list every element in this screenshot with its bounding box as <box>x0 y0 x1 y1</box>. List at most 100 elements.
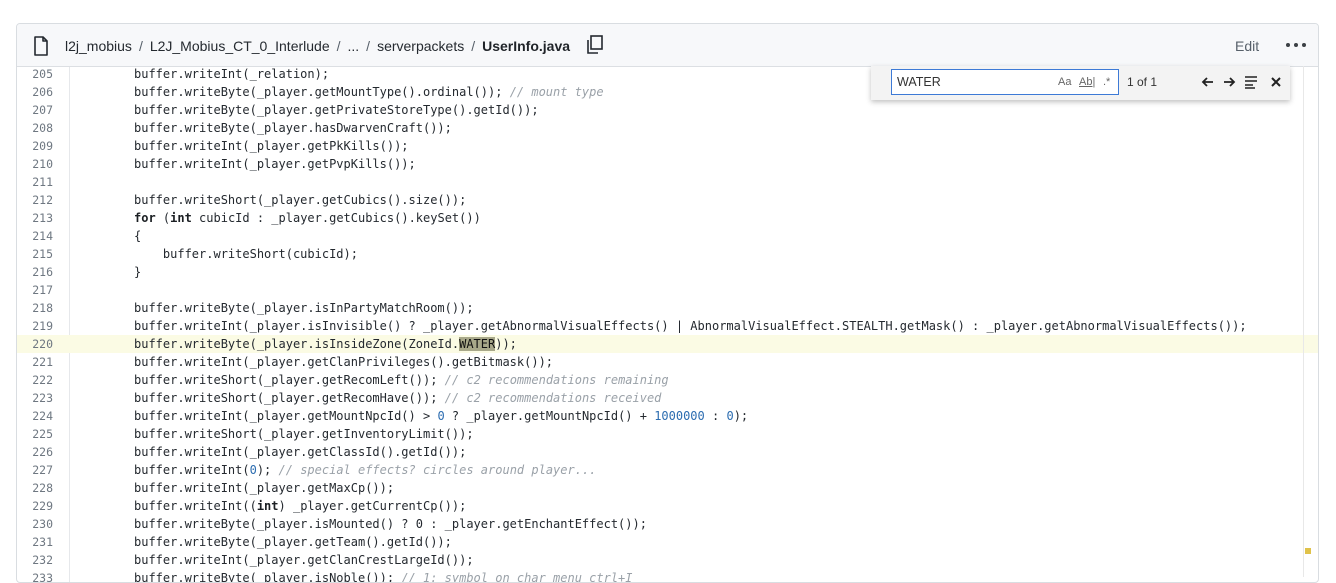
match-case-toggle[interactable]: Aa <box>1058 75 1071 89</box>
line-number[interactable]: 224 <box>17 407 53 425</box>
code-line: 217 <box>17 281 1318 299</box>
code-line: 207 buffer.writeByte(_player.getPrivateSt… <box>17 101 1318 119</box>
code-token: buffer.writeInt(_player.getPvpKills()); <box>134 157 416 171</box>
line-number[interactable]: 209 <box>17 137 53 155</box>
code-line: 222 buffer.writeShort(_player.getRecomLef… <box>17 371 1318 389</box>
file-header: l2j_mobius / L2J_Mobius_CT_0_Interlude /...… <box>17 24 1318 67</box>
line-number[interactable]: 220 <box>17 335 53 353</box>
line-number[interactable]: 215 <box>17 245 53 263</box>
breadcrumb-separator: / <box>366 38 371 54</box>
line-number[interactable]: 229 <box>17 497 53 515</box>
line-number[interactable]: 222 <box>17 371 53 389</box>
code-text: buffer.writeInt(_player.isInvisible() ? … <box>134 317 1247 335</box>
line-number[interactable]: 221 <box>17 353 53 371</box>
code-token: : <box>704 409 727 423</box>
code-line: 213 for (int cubicId : _player.getCubics(… <box>17 209 1318 227</box>
code-token: ); <box>256 463 279 477</box>
arrow-right-icon[interactable] <box>1221 74 1237 90</box>
code-line: 211 <box>17 173 1318 191</box>
code-text: buffer.writeShort(_player.getCubics().si… <box>134 191 466 209</box>
code-line: 225 buffer.writeShort(_player.getInventor… <box>17 425 1318 443</box>
line-number[interactable]: 231 <box>17 533 53 551</box>
edit-button[interactable]: Edit <box>1235 24 1259 66</box>
code-line: 231 buffer.writeByte(_player.getTeam().ge… <box>17 533 1318 551</box>
whole-word-toggle[interactable]: Ab| <box>1079 75 1095 89</box>
match-count: 1 of 1 <box>1127 75 1158 89</box>
line-number[interactable]: 214 <box>17 227 53 245</box>
code-token: for <box>134 211 156 225</box>
line-number[interactable]: 212 <box>17 191 53 209</box>
regex-toggle[interactable]: .* <box>1103 75 1110 89</box>
line-number[interactable]: 218 <box>17 299 53 317</box>
find-in-selection-icon[interactable] <box>1243 74 1259 90</box>
arrow-left-icon[interactable] <box>1200 74 1216 90</box>
line-number[interactable]: 211 <box>17 173 53 191</box>
line-number[interactable]: 230 <box>17 515 53 533</box>
line-number[interactable]: 228 <box>17 479 53 497</box>
code-token: buffer.writeInt(( <box>134 499 257 513</box>
find-input[interactable] <box>897 73 1047 91</box>
file-viewer: l2j_mobius / L2J_Mobius_CT_0_Interlude /...… <box>16 23 1319 583</box>
line-number[interactable]: 223 <box>17 389 53 407</box>
code-token: buffer.writeByte(_player.getMountType().… <box>134 85 510 99</box>
code-line: 209 buffer.writeInt(_player.getPkKills())… <box>17 137 1318 155</box>
scrollbar-track[interactable] <box>1303 66 1304 577</box>
find-input-container[interactable]: Aa Ab| .* <box>891 69 1119 95</box>
breadcrumb-item[interactable]: l2j_mobius <box>65 38 132 54</box>
line-number[interactable]: 219 <box>17 317 53 335</box>
code-token: buffer.writeInt(_player.getClanPrivilege… <box>134 355 554 369</box>
line-number[interactable]: 227 <box>17 461 53 479</box>
code-token: } <box>134 265 142 279</box>
code-token: )); <box>495 337 517 351</box>
code-text: buffer.writeByte(_player.getPrivateStore… <box>134 101 539 119</box>
line-number[interactable]: 225 <box>17 425 53 443</box>
line-number[interactable]: 217 <box>17 281 53 299</box>
close-icon[interactable] <box>1268 74 1284 90</box>
code-line: 228 buffer.writeInt(_player.getMaxCp()); <box>17 479 1318 497</box>
line-number[interactable]: 232 <box>17 551 53 569</box>
breadcrumb-item[interactable]: serverpackets <box>377 38 464 54</box>
line-number[interactable]: 233 <box>17 569 53 582</box>
code-token: int <box>170 211 192 225</box>
code-text: buffer.writeShort(cubicId); <box>134 245 358 263</box>
file-icon <box>34 36 48 56</box>
line-number[interactable]: 206 <box>17 83 53 101</box>
breadcrumb-item[interactable]: ... <box>348 38 360 54</box>
more-icon[interactable] <box>1285 37 1307 53</box>
code-token: buffer.writeInt(_player.getMaxCp()); <box>134 481 395 495</box>
copy-icon[interactable] <box>586 35 604 55</box>
find-widget: Aa Ab| .* 1 of 1 <box>871 66 1290 100</box>
line-number[interactable]: 216 <box>17 263 53 281</box>
code-text: { <box>134 227 141 245</box>
code-view: 205 buffer.writeInt(_relation); 206 buffer.… <box>17 67 1318 582</box>
code-token: { <box>134 229 142 243</box>
code-token: buffer.writeInt(_player.isInvisible() ? … <box>134 319 1247 333</box>
breadcrumb-item[interactable]: L2J_Mobius_CT_0_Interlude <box>150 38 330 54</box>
code-token: // mount type <box>509 85 604 99</box>
line-number[interactable]: 226 <box>17 443 53 461</box>
code-token: int <box>256 499 279 513</box>
breadcrumb: l2j_mobius / L2J_Mobius_CT_0_Interlude /...… <box>65 24 604 66</box>
line-number[interactable]: 208 <box>17 119 53 137</box>
breadcrumb-separator: / <box>336 38 341 54</box>
search-match: WATER <box>459 337 496 351</box>
code-token: buffer.writeByte(_player.getPrivateStore… <box>134 103 539 117</box>
code-text: } <box>134 263 141 281</box>
line-number[interactable]: 213 <box>17 209 53 227</box>
line-number[interactable]: 210 <box>17 155 53 173</box>
line-number[interactable]: 205 <box>17 65 53 83</box>
code-text: buffer.writeInt(_relation); <box>134 65 329 83</box>
code-text: buffer.writeShort(_player.getInventoryLi… <box>134 425 474 443</box>
code-token: buffer.writeShort(_player.getInventoryLi… <box>134 427 474 441</box>
code-line: 230 buffer.writeByte(_player.isMounted() … <box>17 515 1318 533</box>
code-token: 0 <box>249 463 257 477</box>
code-text: for (int cubicId : _player.getCubics().k… <box>134 209 481 227</box>
code-token: // 1: symbol on char menu ctrl+I <box>401 571 633 583</box>
code-token: cubicId : _player.getCubics().keySet()) <box>191 211 481 225</box>
code-line: 215 buffer.writeShort(cubicId); <box>17 245 1318 263</box>
code-text: buffer.writeByte(_player.isInPartyMatchR… <box>134 299 474 317</box>
code-text: buffer.writeByte(_player.isNoble()); // … <box>134 569 633 583</box>
line-number[interactable]: 207 <box>17 101 53 119</box>
code-token: buffer.writeShort(_player.getRecomHave()… <box>134 391 445 405</box>
scrollbar-match-marker <box>1305 548 1311 554</box>
